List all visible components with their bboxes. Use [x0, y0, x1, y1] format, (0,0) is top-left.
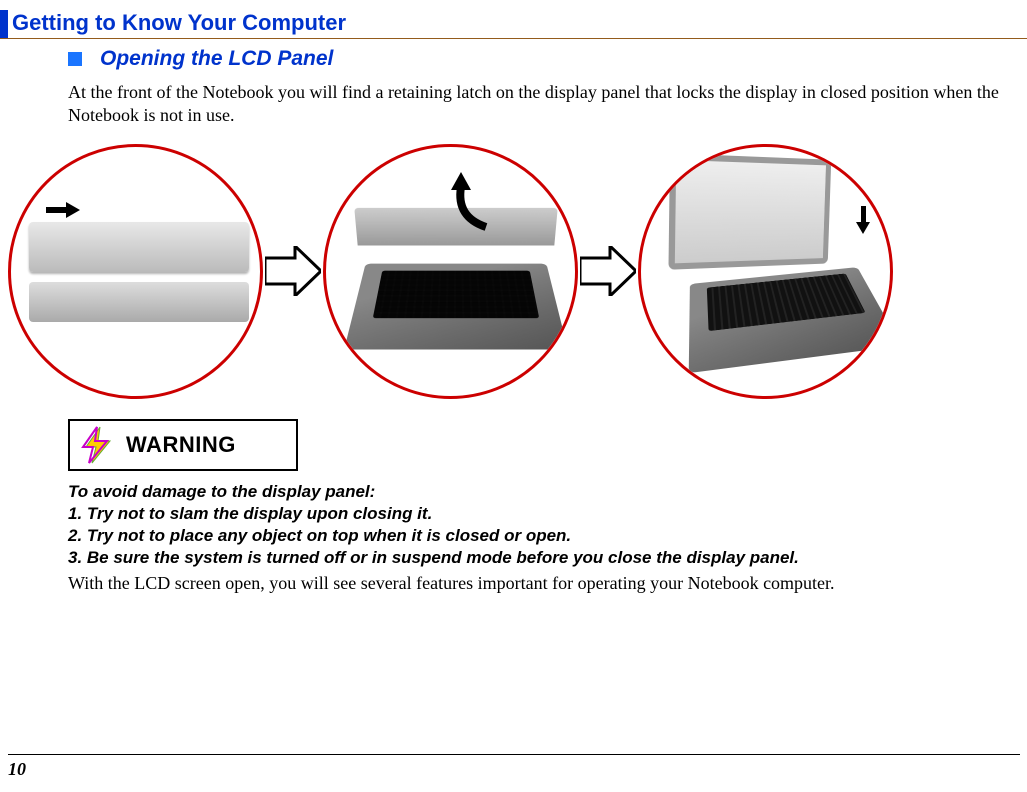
- slide-right-arrow-icon: [66, 202, 80, 218]
- warning-badge: WARNING: [68, 419, 298, 471]
- warning-label: WARNING: [126, 432, 236, 458]
- lightning-icon: [78, 425, 118, 465]
- bullet-square-icon: [68, 52, 82, 66]
- warning-item-3: 3. Be sure the system is turned off or i…: [68, 547, 1027, 569]
- closing-paragraph: With the LCD screen open, you will see s…: [68, 573, 1027, 594]
- section-subheading: Opening the LCD Panel: [100, 47, 333, 71]
- chapter-title: Getting to Know Your Computer: [12, 10, 346, 38]
- step-3-opened-laptop: [638, 144, 893, 399]
- step-2-lift-lid: [323, 144, 578, 399]
- warning-item-1: 1. Try not to slam the display upon clos…: [68, 503, 1027, 525]
- press-down-arrow-icon: [856, 222, 870, 234]
- arrow-right-icon: [265, 246, 321, 296]
- sequence-arrow-2: [578, 246, 638, 296]
- warning-item-2: 2. Try not to place any object on top wh…: [68, 525, 1027, 547]
- section-heading-row: Opening the LCD Panel: [68, 47, 1027, 71]
- page-number: 10: [8, 754, 1020, 780]
- lift-up-arrow-icon: [446, 172, 496, 237]
- warning-lead: To avoid damage to the display panel:: [68, 481, 1027, 503]
- page-header: Getting to Know Your Computer: [0, 10, 1027, 39]
- sequence-arrow-1: [263, 246, 323, 296]
- intro-paragraph: At the front of the Notebook you will fi…: [68, 81, 1027, 128]
- arrow-right-icon: [580, 246, 636, 296]
- instruction-figure-row: [8, 144, 1027, 399]
- step-1-latch-closeup: [8, 144, 263, 399]
- header-accent-block: [0, 10, 8, 38]
